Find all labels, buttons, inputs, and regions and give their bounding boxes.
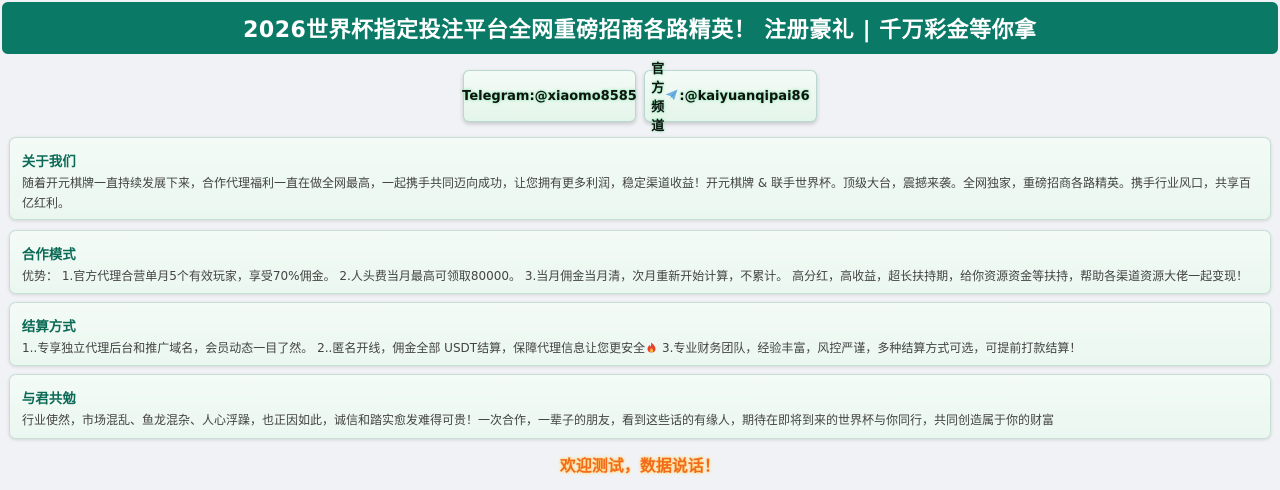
encouragement-heading: 与君共勉 xyxy=(22,391,76,407)
settlement-heading: 结算方式 xyxy=(22,319,76,335)
top-banner: 2026世界杯指定投注平台全网重磅招商各路精英！ 注册豪礼 | 千万彩金等你拿 xyxy=(2,2,1278,54)
about-us-section: 关于我们 随着开元棋牌一直持续发展下来，合作代理福利一直在做全网最高，一起携手共… xyxy=(9,137,1271,220)
encouragement-section: 与君共勉 行业使然，市场混乱、鱼龙混杂、人心浮躁，也正因如此，诚信和踏实愈发难得… xyxy=(9,374,1271,439)
settlement-section: 结算方式 1..专享独立代理后台和推广域名，会员动态一目了然。 2..匿名开线，… xyxy=(9,302,1271,366)
about-us-text: 随着开元棋牌一直持续发展下来，合作代理福利一直在做全网最高，一起携手共同迈向成功… xyxy=(22,176,1251,210)
settlement-text: 1..专享独立代理后台和推广域名，会员动态一目了然。 2..匿名开线，佣金全部 … xyxy=(22,338,1258,358)
fire-icon xyxy=(647,339,656,353)
official-channel-button[interactable]: 官方频道 :@kaiyuanqipai86 xyxy=(644,62,817,134)
cooperation-mode-heading: 合作模式 xyxy=(22,247,76,263)
encouragement-text: 行业使然，市场混乱、鱼龙混杂、人心浮躁，也正因如此，诚信和踏实愈发难得可贵！一次… xyxy=(22,413,1055,427)
banner-title: 2026世界杯指定投注平台全网重磅招商各路精英！ 注册豪礼 | 千万彩金等你拿 xyxy=(243,18,1037,43)
paper-plane-icon xyxy=(665,89,678,104)
about-us-heading: 关于我们 xyxy=(22,154,76,170)
settlement-text-part-1: 1..专享独立代理后台和推广域名，会员动态一目了然。 2..匿名开线，佣金全部 … xyxy=(22,341,646,355)
channel-prefix-label: 官方频道 xyxy=(651,62,665,134)
footer-slogan: 欢迎测试，数据说话！ xyxy=(559,456,720,475)
settlement-text-part-2: 3.专业财务团队，经验丰富，风控严谨，多种结算方式可选，可提前打款结算！ xyxy=(658,341,1082,355)
cooperation-mode-section: 合作模式 优势： 1.官方代理合营单月5个有效玩家，享受70%佣金。 2.人头费… xyxy=(9,230,1271,294)
cooperation-mode-text: 优势： 1.官方代理合营单月5个有效玩家，享受70%佣金。 2.人头费当月最高可… xyxy=(22,269,1249,283)
channel-handle-label: :@kaiyuanqipai86 xyxy=(679,88,810,104)
telegram-contact-label: Telegram:@xiaomo8585 xyxy=(462,88,637,104)
telegram-contact-button[interactable]: Telegram:@xiaomo8585 xyxy=(462,70,637,122)
contact-row: Telegram:@xiaomo8585 官方频道 :@kaiyuanqipai… xyxy=(0,62,1280,134)
